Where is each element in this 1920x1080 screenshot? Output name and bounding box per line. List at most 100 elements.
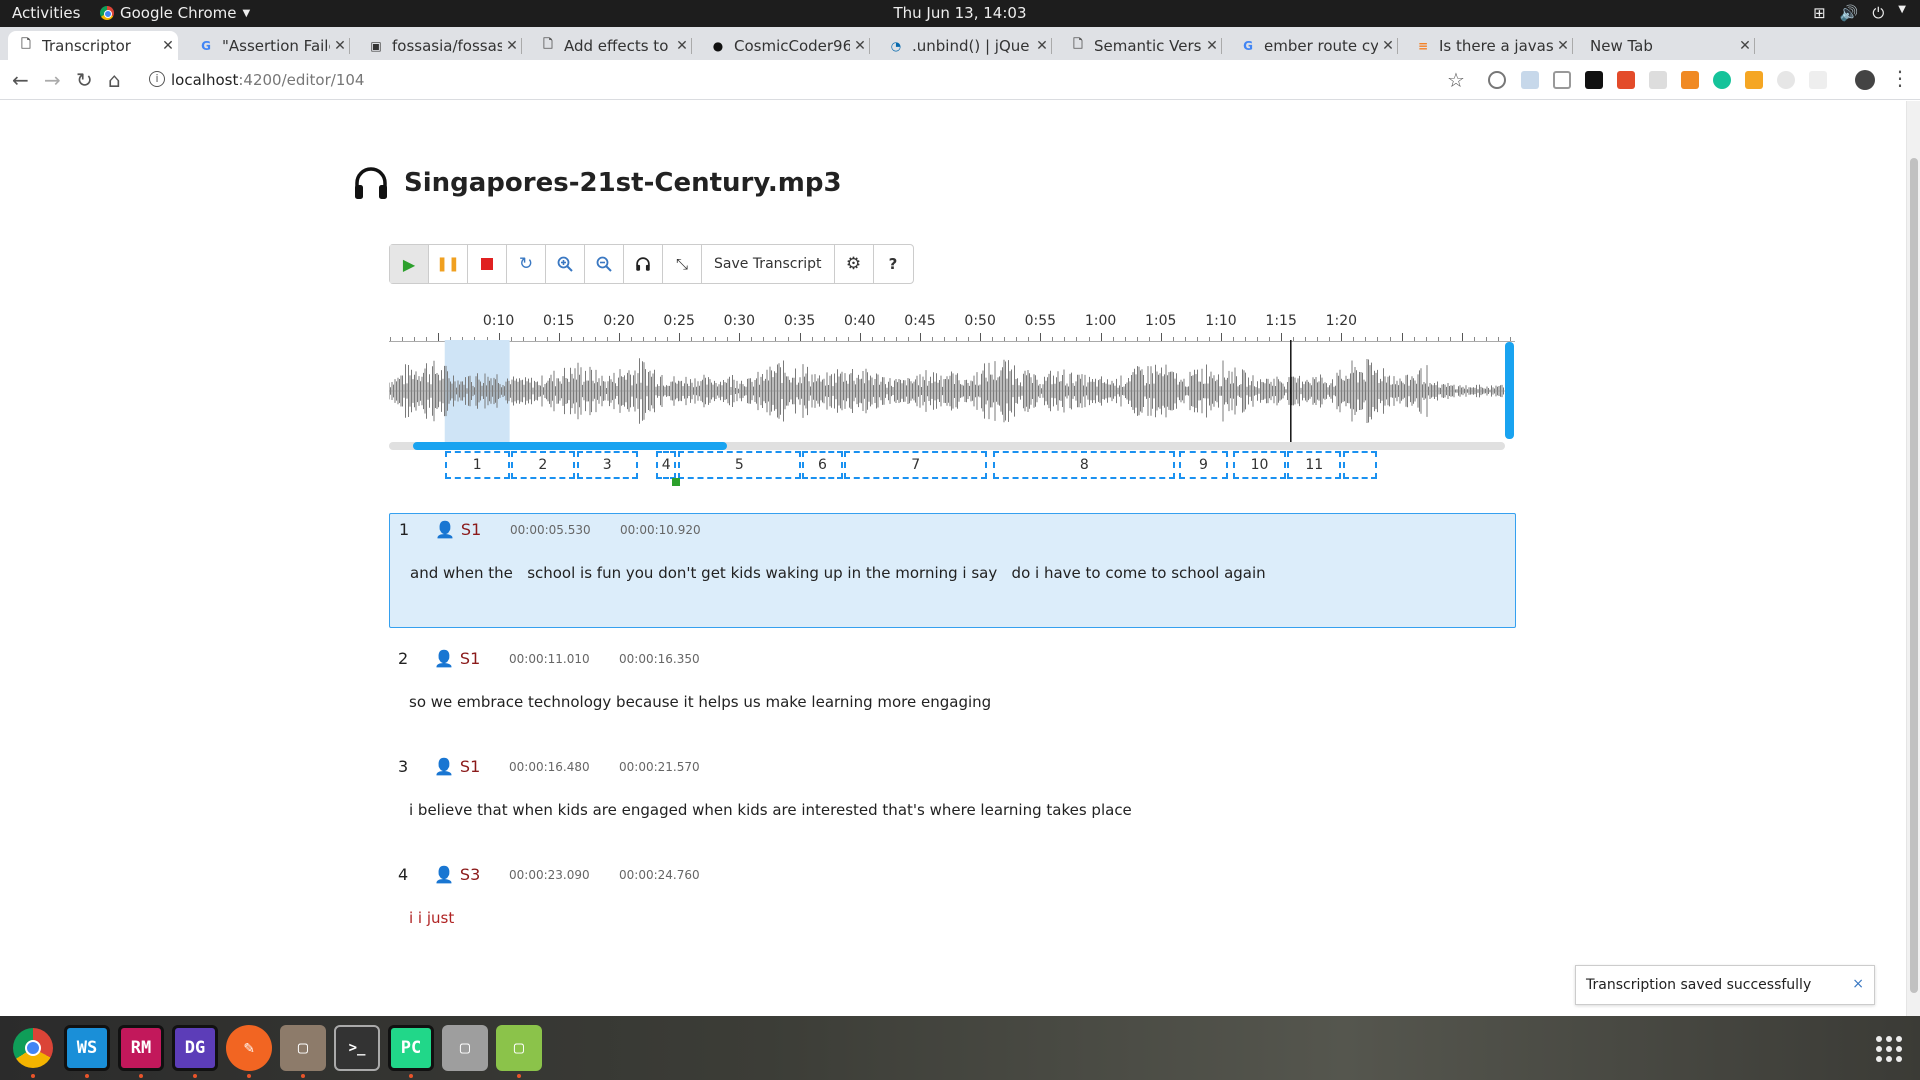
- transcript-segment[interactable]: 2 👤 S1 00:00:11.010 00:00:16.350 so we embrac…: [389, 643, 1516, 743]
- waveform[interactable]: [389, 340, 1515, 443]
- browser-tab[interactable]: ▣ fossasia/fossasi ✕: [358, 31, 522, 60]
- chrome-dock-icon[interactable]: [10, 1025, 56, 1071]
- transcript-segment[interactable]: 3 👤 S1 00:00:16.480 00:00:21.570 i believe th…: [389, 751, 1516, 851]
- segment-region[interactable]: 1: [444, 451, 510, 479]
- segment-end-time[interactable]: 00:00:21.570: [619, 760, 729, 774]
- rubymine-dock-icon[interactable]: RM: [118, 1025, 164, 1071]
- speaker-label[interactable]: 👤 S1: [435, 520, 510, 539]
- system-tray[interactable]: ⊞ 🔊 ⏻ ▼: [1813, 4, 1906, 22]
- segment-region[interactable]: 7: [844, 451, 988, 479]
- segment-region[interactable]: [1342, 451, 1378, 479]
- speaker-label[interactable]: 👤 S1: [434, 649, 509, 668]
- play-button[interactable]: ▶: [390, 245, 429, 283]
- back-icon[interactable]: ←: [12, 68, 29, 92]
- tab-close-icon[interactable]: ✕: [330, 38, 350, 54]
- tab-close-icon[interactable]: ✕: [1735, 38, 1755, 54]
- tab-close-icon[interactable]: ✕: [502, 38, 522, 54]
- forward-icon[interactable]: →: [44, 68, 61, 92]
- extension-icon[interactable]: [1553, 71, 1571, 89]
- segment-region[interactable]: 8: [993, 451, 1176, 479]
- segment-end-time[interactable]: 00:00:10.920: [620, 523, 730, 537]
- headphones-button[interactable]: [624, 245, 663, 283]
- waveform-scrollbar-thumb[interactable]: [413, 442, 727, 450]
- waveform-scrollbar[interactable]: [389, 442, 1505, 450]
- reload-icon[interactable]: ↻: [76, 68, 93, 92]
- browser-tab[interactable]: Gember route cyc ✕: [1230, 31, 1398, 60]
- segment-region[interactable]: 5: [677, 451, 801, 479]
- clock[interactable]: Thu Jun 13, 14:03: [0, 4, 1920, 22]
- datagrip-dock-icon[interactable]: DG: [172, 1025, 218, 1071]
- extension-icon[interactable]: [1809, 71, 1827, 89]
- segment-start-time[interactable]: 00:00:11.010: [509, 652, 619, 666]
- settings-button[interactable]: ⚙: [835, 245, 874, 283]
- extension-icon[interactable]: [1681, 71, 1699, 89]
- segment-start-time[interactable]: 00:00:16.480: [509, 760, 619, 774]
- help-button[interactable]: ?: [874, 245, 913, 283]
- segment-text[interactable]: so we embrace technology because it help…: [409, 693, 991, 711]
- save-transcript-button[interactable]: Save Transcript: [702, 245, 835, 283]
- replay-button[interactable]: ↻: [507, 245, 546, 283]
- segment-region[interactable]: 11: [1287, 451, 1342, 479]
- speaker-label[interactable]: 👤 S3: [434, 865, 509, 884]
- segment-end-time[interactable]: 00:00:24.760: [619, 868, 729, 882]
- tab-close-icon[interactable]: ✕: [672, 38, 692, 54]
- timeline[interactable]: 0:10 0:15 0:20 0:25 0:30 0:35 0:40 0:45 0:50 0:55…: [389, 310, 1515, 342]
- extension-icon[interactable]: [1777, 71, 1795, 89]
- browser-tab[interactable]: ◔ .unbind() | jQue ✕: [878, 31, 1052, 60]
- webstorm-dock-icon[interactable]: WS: [64, 1025, 110, 1071]
- segment-region[interactable]: 10: [1233, 451, 1286, 479]
- pycharm-dock-icon[interactable]: PC: [388, 1025, 434, 1071]
- chrome-menu-icon[interactable]: ⋮: [1890, 66, 1910, 90]
- segment-region[interactable]: 2: [510, 451, 575, 479]
- speaker-label[interactable]: 👤 S1: [434, 757, 509, 776]
- segment-text[interactable]: i i just: [409, 909, 454, 927]
- tab-close-icon[interactable]: ✕: [1553, 38, 1573, 54]
- grammarly-icon[interactable]: [1713, 71, 1731, 89]
- home-icon[interactable]: ⌂: [108, 68, 121, 92]
- segment-resize-handle[interactable]: [672, 478, 681, 486]
- scanner-dock-icon[interactable]: ▢: [442, 1025, 488, 1071]
- pencil-dock-icon[interactable]: ✎: [226, 1025, 272, 1071]
- site-info-icon[interactable]: i: [149, 71, 165, 87]
- segment-region[interactable]: 9: [1178, 451, 1229, 479]
- tab-close-icon[interactable]: ✕: [850, 38, 870, 54]
- browser-tab[interactable]: ● CosmicCoder96/✕: [700, 31, 870, 60]
- waveform-progress-marker[interactable]: [1505, 342, 1514, 439]
- browser-tab[interactable]: 🗋 Add effects to a ✕: [530, 31, 692, 60]
- toast-close-button[interactable]: ×: [1852, 976, 1864, 992]
- segment-text[interactable]: and when the school is fun you don't get…: [410, 564, 1266, 582]
- tab-close-icon[interactable]: ✕: [1032, 38, 1052, 54]
- image-viewer-dock-icon[interactable]: ▢: [496, 1025, 542, 1071]
- extension-icon[interactable]: [1521, 71, 1539, 89]
- zoom-in-button[interactable]: [546, 245, 585, 283]
- transcript-segment[interactable]: 4 👤 S3 00:00:23.090 00:00:24.760 i i just: [389, 859, 1516, 959]
- segment-end-time[interactable]: 00:00:16.350: [619, 652, 729, 666]
- segment-start-time[interactable]: 00:00:23.090: [509, 868, 619, 882]
- extension-icon[interactable]: [1649, 71, 1667, 89]
- browser-tab[interactable]: ≡ Is there a javasc ✕: [1405, 31, 1573, 60]
- address-bar[interactable]: i localhost:4200/editor/104: [143, 65, 1468, 95]
- browser-tab[interactable]: New Tab ✕: [1580, 31, 1755, 60]
- bookmark-star-icon[interactable]: ☆: [1447, 68, 1465, 92]
- tab-close-icon[interactable]: ✕: [158, 38, 178, 54]
- extension-icon[interactable]: [1745, 71, 1763, 89]
- page-scrollbar[interactable]: [1906, 101, 1920, 1016]
- extension-icon[interactable]: [1617, 71, 1635, 89]
- extension-refresh-icon[interactable]: [1488, 71, 1506, 89]
- page-scrollbar-thumb[interactable]: [1910, 158, 1918, 993]
- files-dock-icon[interactable]: ▢: [280, 1025, 326, 1071]
- avatar[interactable]: [1855, 70, 1875, 90]
- zoom-out-button[interactable]: [585, 245, 624, 283]
- terminal-dock-icon[interactable]: >_: [334, 1025, 380, 1071]
- transcript-segment[interactable]: 1 👤 S1 00:00:05.530 00:00:10.920 and when the…: [389, 513, 1516, 628]
- browser-tab[interactable]: 🗋 Semantic Versio✕: [1060, 31, 1222, 60]
- pause-button[interactable]: ❚❚: [429, 245, 468, 283]
- segment-text[interactable]: i believe that when kids are engaged whe…: [409, 801, 1132, 819]
- tab-close-icon[interactable]: ✕: [1378, 38, 1398, 54]
- fit-waveform-button[interactable]: ⤡: [663, 245, 702, 283]
- browser-tab[interactable]: G "Assertion Faile ✕: [188, 31, 350, 60]
- segment-region[interactable]: 3: [576, 451, 638, 479]
- extension-icon[interactable]: [1585, 71, 1603, 89]
- browser-tab[interactable]: 🗋 Transcriptor ✕: [8, 31, 178, 60]
- segment-region[interactable]: 4: [656, 451, 677, 479]
